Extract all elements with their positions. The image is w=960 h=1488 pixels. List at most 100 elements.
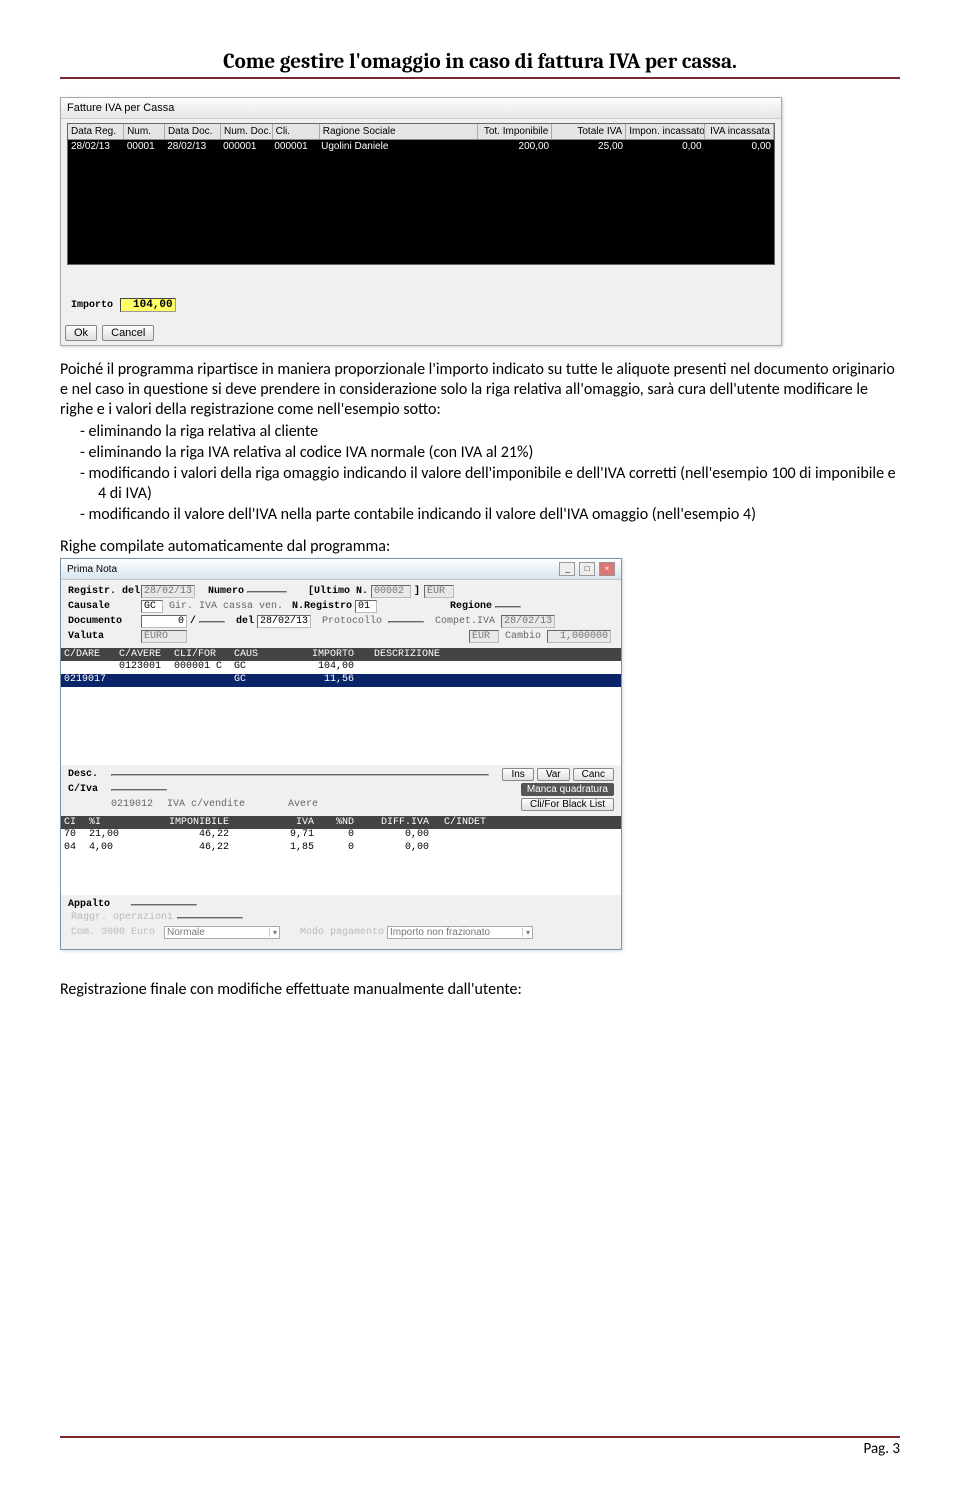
label-raggr: Raggr. operazioni xyxy=(71,912,171,923)
var-button[interactable]: Var xyxy=(537,768,570,781)
window-controls: _ □ × xyxy=(558,562,615,576)
cell-nd: 0 xyxy=(314,842,354,855)
fatture-grid[interactable]: Data Reg. Num. Data Doc. Num. Doc. Cli. … xyxy=(67,123,775,265)
col-iva: IVA xyxy=(229,817,314,828)
manca-quadratura-badge: Manca quadratura xyxy=(521,783,614,796)
field-valuta: EURO xyxy=(141,630,187,643)
col-data-reg: Data Reg. xyxy=(68,124,124,139)
iva-row[interactable]: 04 4,00 46,22 1,85 0 0,00 xyxy=(61,842,621,855)
label-com3000: Com. 3000 Euro xyxy=(71,927,161,938)
cell-iva-inc: 0,00 xyxy=(705,140,774,154)
field-appalto[interactable] xyxy=(131,904,197,906)
field-eur: EUR xyxy=(424,585,454,598)
col-cindet: C/INDET xyxy=(429,817,618,828)
col-ci: CI xyxy=(64,817,89,828)
cell-tot-iva: 25,00 xyxy=(552,140,626,154)
field-registr-del[interactable]: 28/02/13 xyxy=(141,585,195,598)
col-cli: Cli. xyxy=(273,124,320,139)
cancel-button[interactable]: Cancel xyxy=(102,325,154,341)
page-footer: Pag. 3 xyxy=(60,1436,900,1458)
cell-cavere xyxy=(119,674,174,687)
field-del[interactable]: 28/02/13 xyxy=(257,615,311,628)
field-cambio: 1,000000 xyxy=(547,630,611,643)
bullet-item: modificando il valore dell'IVA nella par… xyxy=(98,505,900,525)
cell-ci: 04 xyxy=(64,842,89,855)
cell-data-doc: 28/02/13 xyxy=(164,140,220,154)
col-imp-inc: Impon. incassato xyxy=(626,124,704,139)
iva-row[interactable]: 70 21,00 46,22 9,71 0 0,00 xyxy=(61,829,621,842)
cell-indet xyxy=(429,829,618,842)
maximize-icon[interactable]: □ xyxy=(579,562,595,576)
dropdown-value: Normale xyxy=(167,927,205,938)
cell-imponibile: 46,22 xyxy=(129,842,229,855)
col-iva-inc: IVA incassata xyxy=(705,124,774,139)
ok-button[interactable]: Ok xyxy=(65,325,97,341)
table-row[interactable]: 28/02/13 00001 28/02/13 000001 000001 Ug… xyxy=(68,140,774,154)
bullet-item: eliminando la riga relativa al cliente xyxy=(98,422,900,442)
col-num-doc: Num. Doc. xyxy=(221,124,273,139)
cell-cli: 000001 xyxy=(271,140,318,154)
col-clifor: CLI/FOR xyxy=(174,649,234,660)
col-tot-iva: Totale IVA xyxy=(552,124,626,139)
blacklist-button[interactable]: Cli/For Black List xyxy=(521,798,614,811)
field-numero[interactable] xyxy=(247,591,287,593)
label-registr-del: Registr. del xyxy=(68,586,138,597)
col-nd: %ND xyxy=(314,817,354,828)
col-descr: DESCRIZIONE xyxy=(354,649,618,660)
col-cavere: C/AVERE xyxy=(119,649,174,660)
table-row[interactable]: 0123001 000001 C GC 104,00 xyxy=(61,661,621,674)
table-row-selected[interactable]: 0219017 GC 11,56 xyxy=(61,674,621,687)
label-ultimo-n: [Ultimo N. xyxy=(308,586,368,597)
importo-field[interactable]: 104,00 xyxy=(120,298,176,312)
canc-button[interactable]: Canc xyxy=(573,768,614,781)
field-nregistro[interactable]: 01 xyxy=(355,600,377,613)
field-documento[interactable]: 0 xyxy=(141,615,187,628)
civa-side-display: Avere xyxy=(288,799,318,810)
field-documento-suf[interactable] xyxy=(199,621,225,623)
dropdown-com3000[interactable]: Normale ▾ xyxy=(164,926,280,939)
cell-imp-inc: 0,00 xyxy=(626,140,704,154)
label-regione: Regione xyxy=(450,601,492,612)
cell-diff: 0,00 xyxy=(354,829,429,842)
cell-num-doc: 000001 xyxy=(220,140,271,154)
iva-grid-empty xyxy=(61,855,621,895)
label-appalto: Appalto xyxy=(68,899,128,910)
cell-num: 00001 xyxy=(124,140,164,154)
ins-button[interactable]: Ins xyxy=(502,768,533,781)
cell-descr xyxy=(354,674,618,687)
cell-iva: 9,71 xyxy=(229,829,314,842)
col-perc-i: %I xyxy=(89,817,129,828)
cell-perc-i: 4,00 xyxy=(89,842,129,855)
field-causale-desc: Gir. IVA cassa ven. xyxy=(169,601,289,612)
window-title: Prima Nota xyxy=(67,564,117,575)
cell-cavere: 0123001 xyxy=(119,661,174,674)
window-title: Fatture IVA per Cassa xyxy=(61,98,781,119)
label-nregistro: N.Registro xyxy=(292,601,352,612)
chevron-down-icon: ▾ xyxy=(269,928,277,937)
cell-importo: 11,56 xyxy=(274,674,354,687)
label-documento: Documento xyxy=(68,616,138,627)
field-causale-code[interactable]: GC xyxy=(141,600,163,613)
field-regione[interactable] xyxy=(495,606,521,608)
col-ragione: Ragione Sociale xyxy=(320,124,479,139)
label-causale: Causale xyxy=(68,601,138,612)
cell-clifor: 000001 C xyxy=(174,661,234,674)
doc-separator: / xyxy=(190,616,196,627)
civa-desc-display: IVA c/vendite xyxy=(167,799,245,810)
dropdown-modo-pag[interactable]: Importo non frazionato ▾ xyxy=(387,926,533,939)
close-icon[interactable]: × xyxy=(599,562,615,576)
col-diff-iva: DIFF.IVA xyxy=(354,817,429,828)
label-cambio: Cambio xyxy=(505,631,541,642)
field-civa[interactable] xyxy=(111,789,167,791)
field-compet-iva: 28/02/13 xyxy=(501,615,555,628)
minimize-icon[interactable]: _ xyxy=(559,562,575,576)
label-modo-pag: Modo pagamento xyxy=(300,927,384,938)
cell-ci: 70 xyxy=(64,829,89,842)
cell-nd: 0 xyxy=(314,829,354,842)
field-valuta2: EUR xyxy=(469,630,499,643)
bracket-close: ] xyxy=(414,586,420,597)
cell-indet xyxy=(429,842,618,855)
field-desc[interactable] xyxy=(111,774,489,776)
col-tot-imp: Tot. Imponibile xyxy=(478,124,552,139)
label-numero: Numero xyxy=(208,586,244,597)
